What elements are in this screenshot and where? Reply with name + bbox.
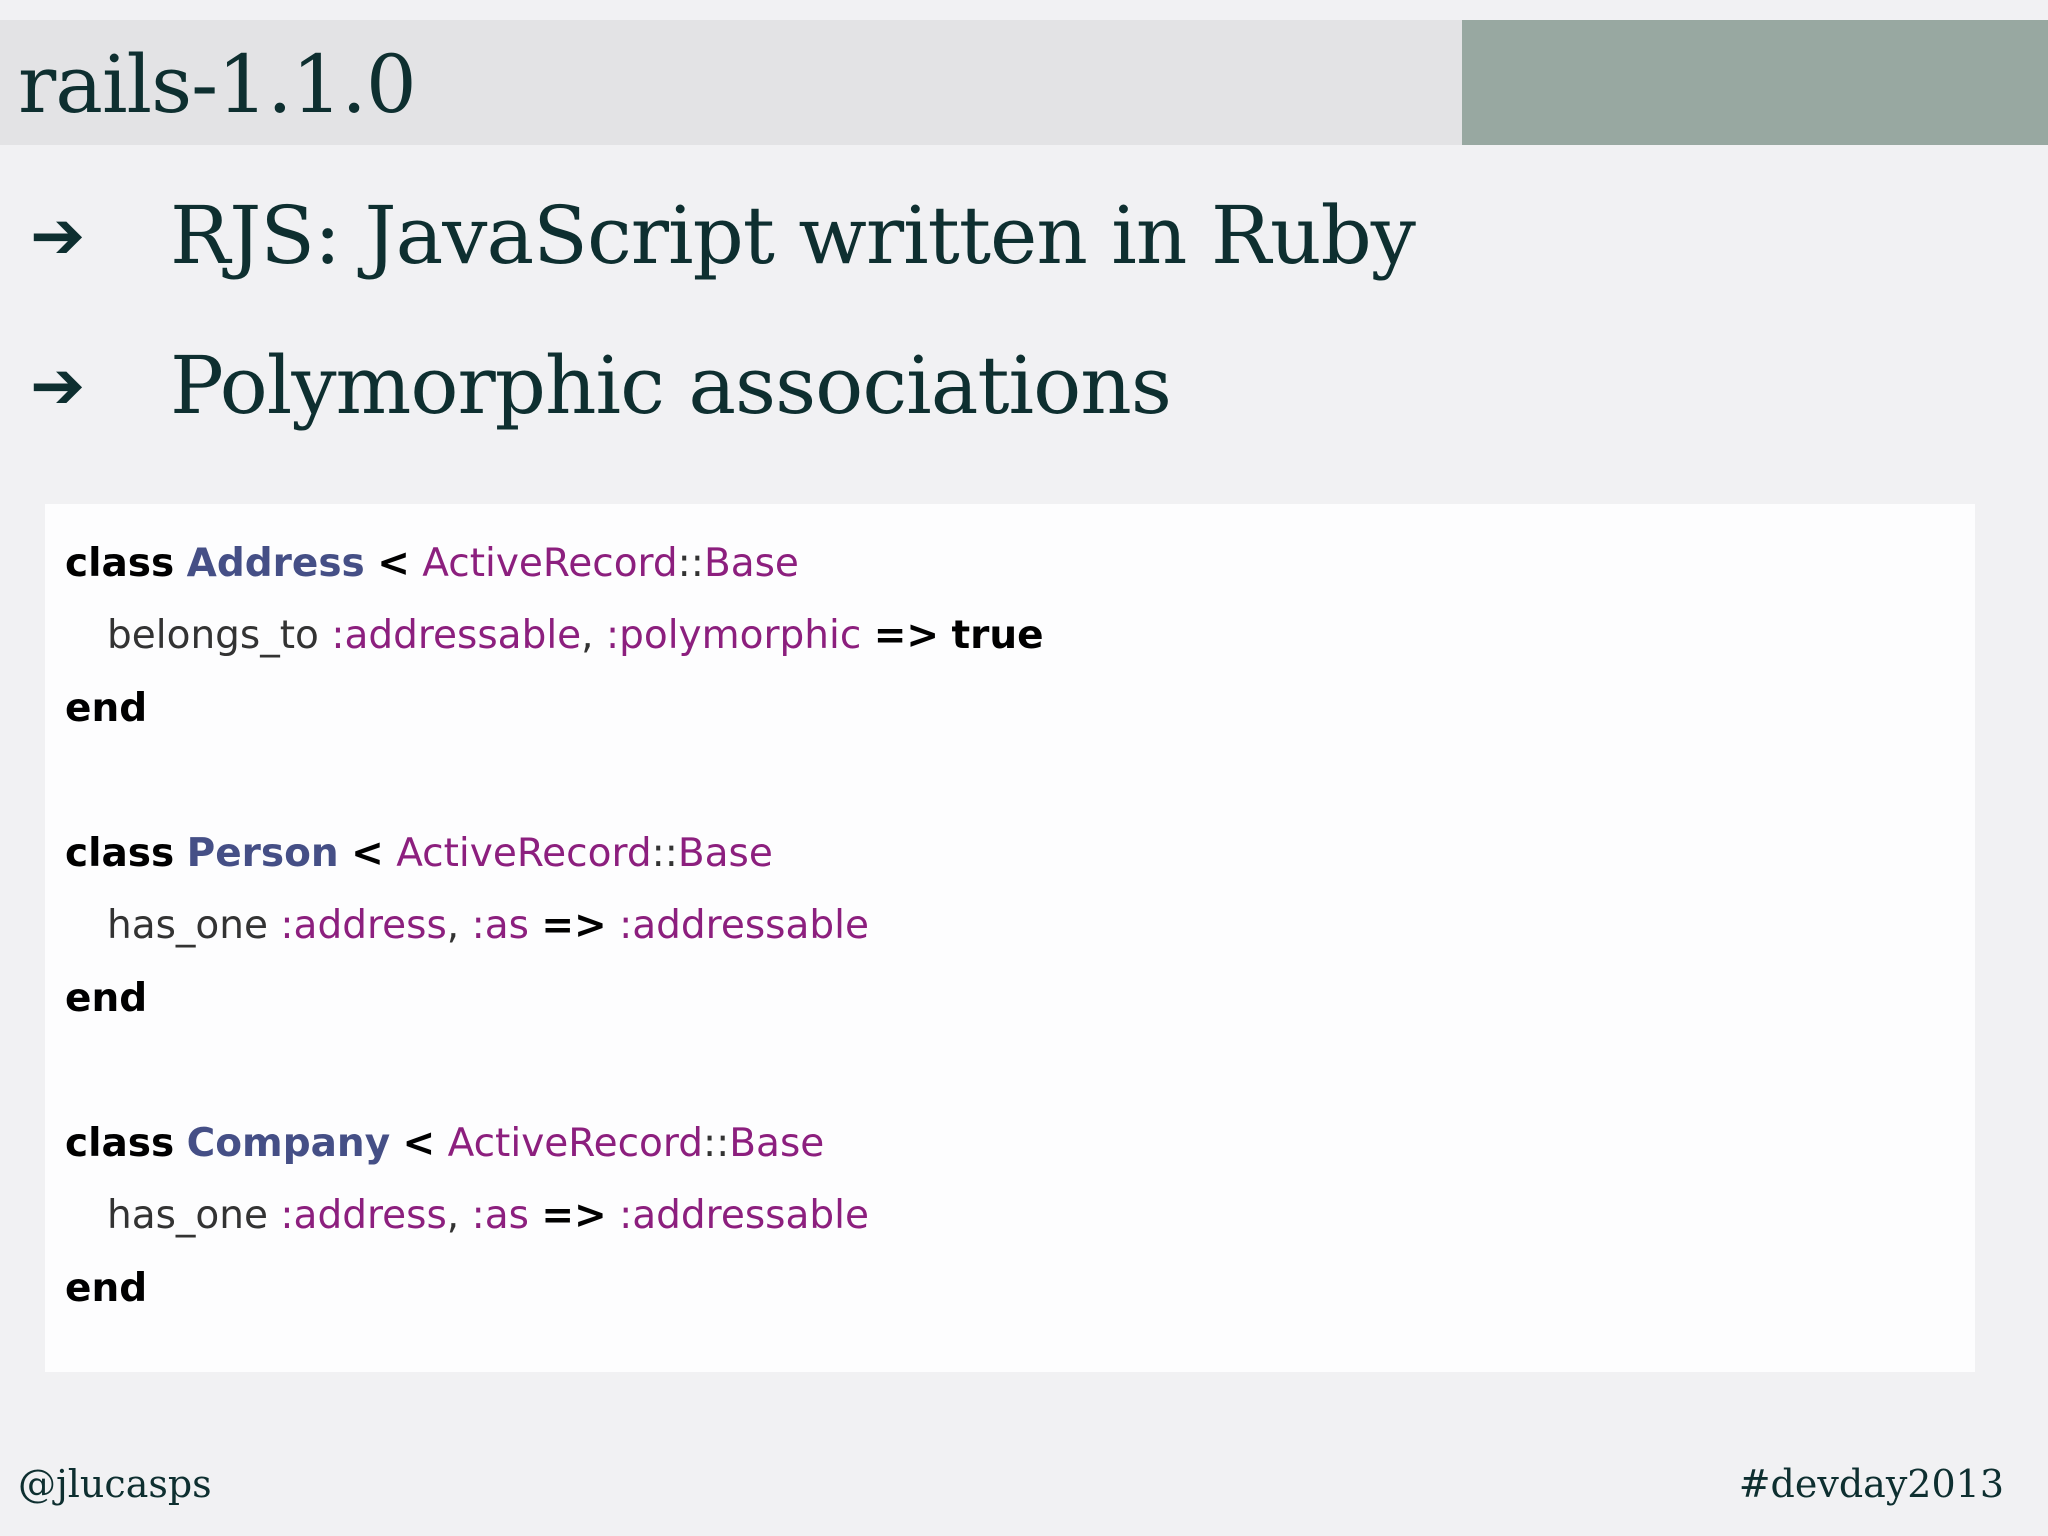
class-name: Address <box>186 541 365 586</box>
arrow-right-icon: ➔ <box>30 346 86 424</box>
code-line-class-address: class Address < ActiveRecord::Base <box>65 534 799 594</box>
symbol: :addressable <box>331 613 582 658</box>
code-line-belongs-to: belongs_to :addressable, :polymorphic =>… <box>107 606 1044 666</box>
code-line-class-person: class Person < ActiveRecord::Base <box>65 824 773 884</box>
comma: , <box>581 613 594 658</box>
symbol: :as <box>471 903 529 948</box>
code-line-has-one: has_one :address, :as => :addressable <box>107 896 869 956</box>
code-block: class Address < ActiveRecord::Base belon… <box>45 504 1975 1372</box>
code-line-has-one: has_one :address, :as => :addressable <box>107 1186 869 1246</box>
scope-operator: :: <box>677 541 704 586</box>
constant: ActiveRecord <box>447 1121 704 1166</box>
constant: ActiveRecord <box>422 541 678 586</box>
comma: , <box>446 903 460 948</box>
bullet-text: RJS: JavaScript written in Ruby <box>170 188 1416 282</box>
operator: => <box>541 1193 607 1238</box>
operator: => <box>541 903 607 948</box>
footer-handle: @jlucasps <box>18 1462 212 1506</box>
bullet-item-rjs: ➔ RJS: JavaScript written in Ruby <box>30 180 1416 290</box>
constant: ActiveRecord <box>396 831 652 876</box>
arrow-right-icon: ➔ <box>30 196 86 274</box>
symbol: :addressable <box>619 1193 869 1238</box>
symbol: :addressable <box>619 903 869 948</box>
keyword-end: end <box>65 1266 148 1311</box>
symbol: :as <box>471 1193 529 1238</box>
method-name: has_one <box>107 1193 269 1238</box>
keyword-end: end <box>65 976 148 1021</box>
constant: Base <box>677 831 773 876</box>
method-name: has_one <box>107 903 269 948</box>
footer-hashtag: #devday2013 <box>1738 1462 2004 1506</box>
constant: Base <box>703 541 799 586</box>
constant: Base <box>729 1121 825 1166</box>
scope-operator: :: <box>703 1121 730 1166</box>
operator: < <box>377 541 410 586</box>
operator: < <box>402 1121 436 1166</box>
comma: , <box>446 1193 460 1238</box>
bullet-item-polymorphic: ➔ Polymorphic associations <box>30 330 1172 440</box>
keyword-class: class <box>65 831 175 876</box>
scope-operator: :: <box>651 831 678 876</box>
bullet-text: Polymorphic associations <box>170 338 1172 432</box>
code-line-end: end <box>65 1259 147 1319</box>
code-line-end: end <box>65 679 147 739</box>
keyword-class: class <box>65 541 175 586</box>
symbol: :polymorphic <box>605 613 862 658</box>
class-name: Company <box>186 1121 391 1166</box>
symbol: :address <box>280 903 447 948</box>
keyword-end: end <box>65 686 148 731</box>
symbol: :address <box>280 1193 447 1238</box>
operator: < <box>351 831 384 876</box>
method-name: belongs_to <box>107 613 319 658</box>
code-line-end: end <box>65 969 147 1029</box>
class-name: Person <box>186 831 339 876</box>
title-accent-block <box>1462 20 2048 145</box>
code-line-class-company: class Company < ActiveRecord::Base <box>65 1114 824 1174</box>
operator: => <box>873 613 940 658</box>
keyword-class: class <box>65 1121 175 1166</box>
slide-title: rails-1.1.0 <box>18 38 417 131</box>
value: true <box>951 613 1044 658</box>
